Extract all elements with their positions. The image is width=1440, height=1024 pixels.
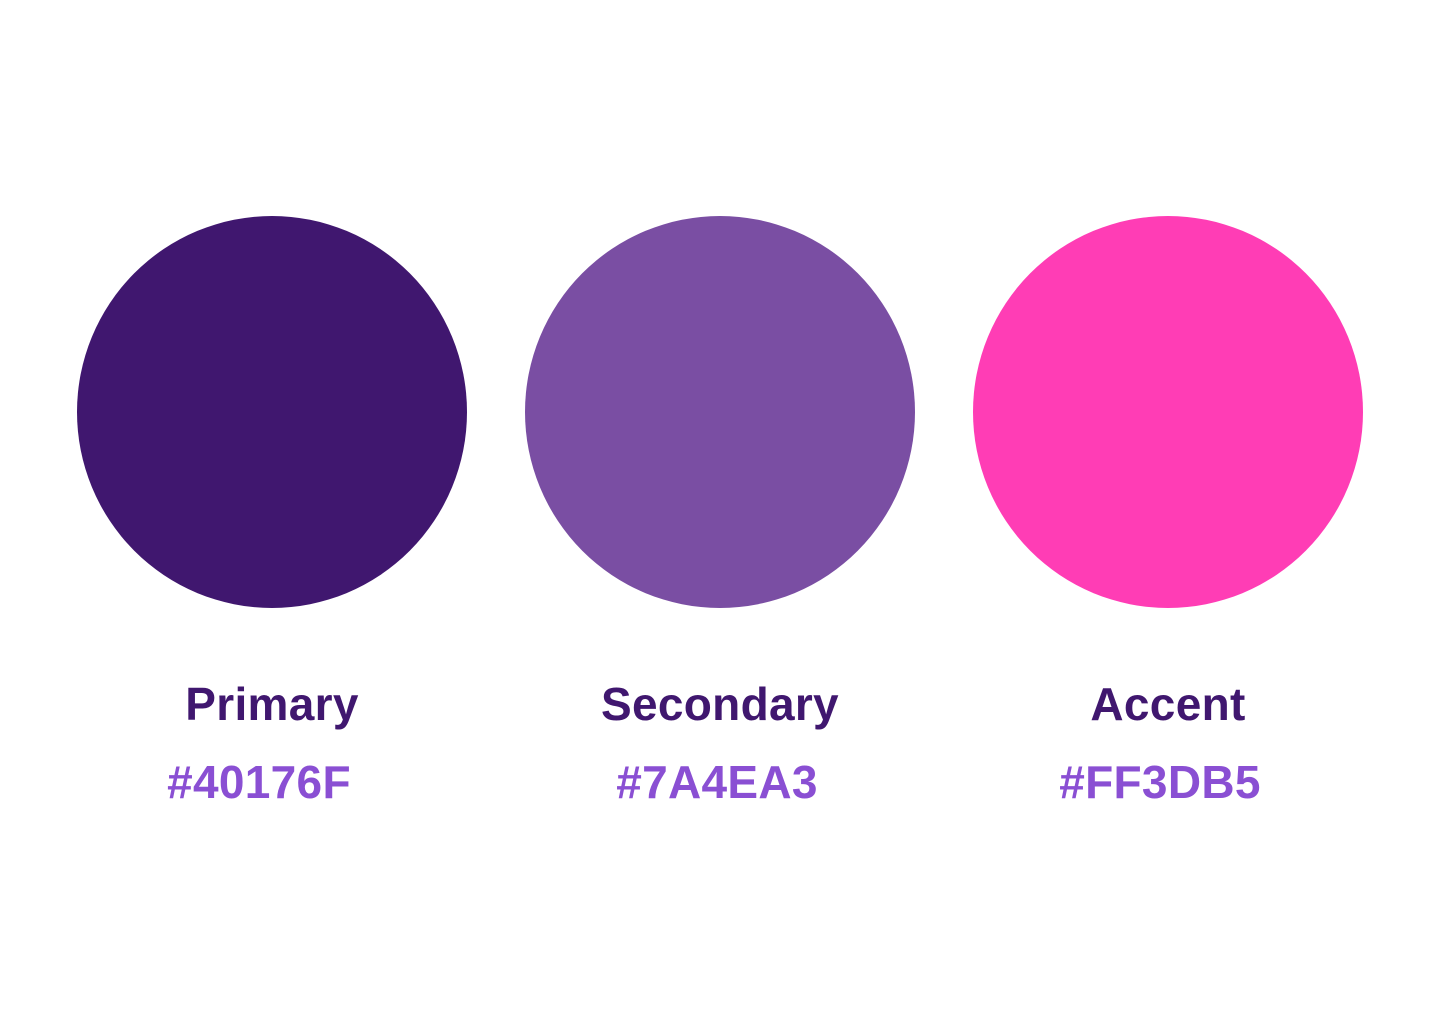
- swatch-primary: Primary #40176F: [77, 216, 467, 816]
- swatch-secondary-hex: #7A4EA3: [616, 756, 818, 808]
- swatch-secondary: Secondary #7A4EA3: [525, 216, 915, 816]
- swatch-primary-name: Primary: [185, 678, 359, 730]
- swatch-accent-hex: #FF3DB5: [1059, 756, 1261, 808]
- swatch-accent-name: Accent: [1090, 678, 1246, 730]
- swatch-accent: Accent #FF3DB5: [973, 216, 1363, 816]
- color-palette: Primary #40176F Secondary #7A4EA3 Accent…: [0, 0, 1440, 1024]
- swatch-primary-hex: #40176F: [167, 756, 351, 808]
- swatch-accent-circle: [973, 216, 1363, 608]
- swatch-secondary-name: Secondary: [601, 678, 839, 730]
- swatch-primary-circle: [77, 216, 467, 608]
- swatch-secondary-circle: [525, 216, 915, 608]
